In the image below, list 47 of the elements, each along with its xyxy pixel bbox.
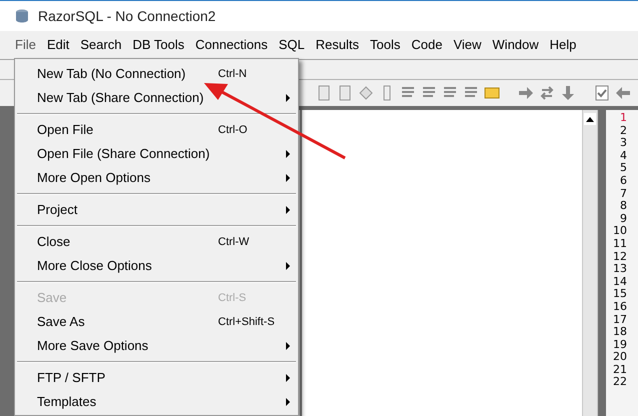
menu-item[interactable]: More Save Options	[15, 334, 298, 358]
line-number: 19	[613, 338, 627, 352]
menu-bar-item[interactable]: Window	[487, 35, 544, 55]
menu-item[interactable]: FTP / SFTP	[15, 366, 298, 390]
line-number: 18	[613, 326, 627, 339]
menu-item[interactable]: New Tab (No Connection) Ctrl-N	[15, 62, 298, 86]
line-number: 8	[620, 200, 627, 213]
line-number: 5	[620, 162, 627, 175]
line-number: 4	[620, 150, 627, 162]
menu-bar-item[interactable]: Edit	[42, 35, 74, 55]
menu-item[interactable]: New Tab (Share Connection)	[15, 86, 298, 110]
line-number: 17	[613, 314, 627, 326]
line-number: 1	[620, 112, 627, 125]
menu-item[interactable]: Save As Ctrl+Shift-S	[15, 310, 298, 334]
menu-item[interactable]: More Open Options	[15, 166, 298, 190]
menu-bar-item[interactable]: Tools	[365, 35, 406, 55]
menu-bar-item[interactable]: Search	[75, 35, 127, 55]
line-number: 21	[613, 364, 627, 376]
line-number: 13	[613, 263, 627, 276]
line-number: 22	[613, 376, 627, 390]
line-number: 6	[620, 174, 627, 188]
line-number: 9	[620, 212, 627, 226]
line-number: 11	[613, 238, 627, 251]
window-title: RazorSQL - No Connection2	[38, 6, 216, 26]
line-number: 14	[613, 276, 627, 288]
line-number: 7	[620, 188, 627, 200]
menu-bar-item[interactable]: Code	[406, 35, 448, 55]
menu-bar-item[interactable]: View	[448, 35, 486, 55]
line-number: 2	[620, 124, 627, 138]
menu-item[interactable]: Open File Ctrl-O	[15, 118, 298, 142]
menu-bar-item[interactable]: File	[10, 35, 41, 55]
line-number: 15	[613, 288, 627, 301]
menu-item[interactable]: Open File (Share Connection)	[15, 142, 298, 166]
menu-bar-item[interactable]: Results	[310, 35, 364, 55]
line-number: 3	[620, 137, 627, 150]
menu-item[interactable]: Project	[15, 198, 298, 222]
menu-bar-item[interactable]: Connections	[190, 35, 273, 55]
line-number: 16	[613, 300, 627, 314]
line-number: 20	[613, 351, 627, 364]
menu-item[interactable]: Close Ctrl-W	[15, 230, 298, 254]
menu-bar-item[interactable]: Help	[544, 35, 582, 55]
menu-bar-item[interactable]: SQL	[274, 35, 310, 55]
menu-item[interactable]: Templates	[15, 390, 298, 414]
line-number: 12	[613, 250, 627, 264]
line-number: 10	[613, 225, 627, 238]
menu-item[interactable]: More Close Options	[15, 254, 298, 278]
menu-bar-item[interactable]: DB Tools	[128, 35, 190, 55]
